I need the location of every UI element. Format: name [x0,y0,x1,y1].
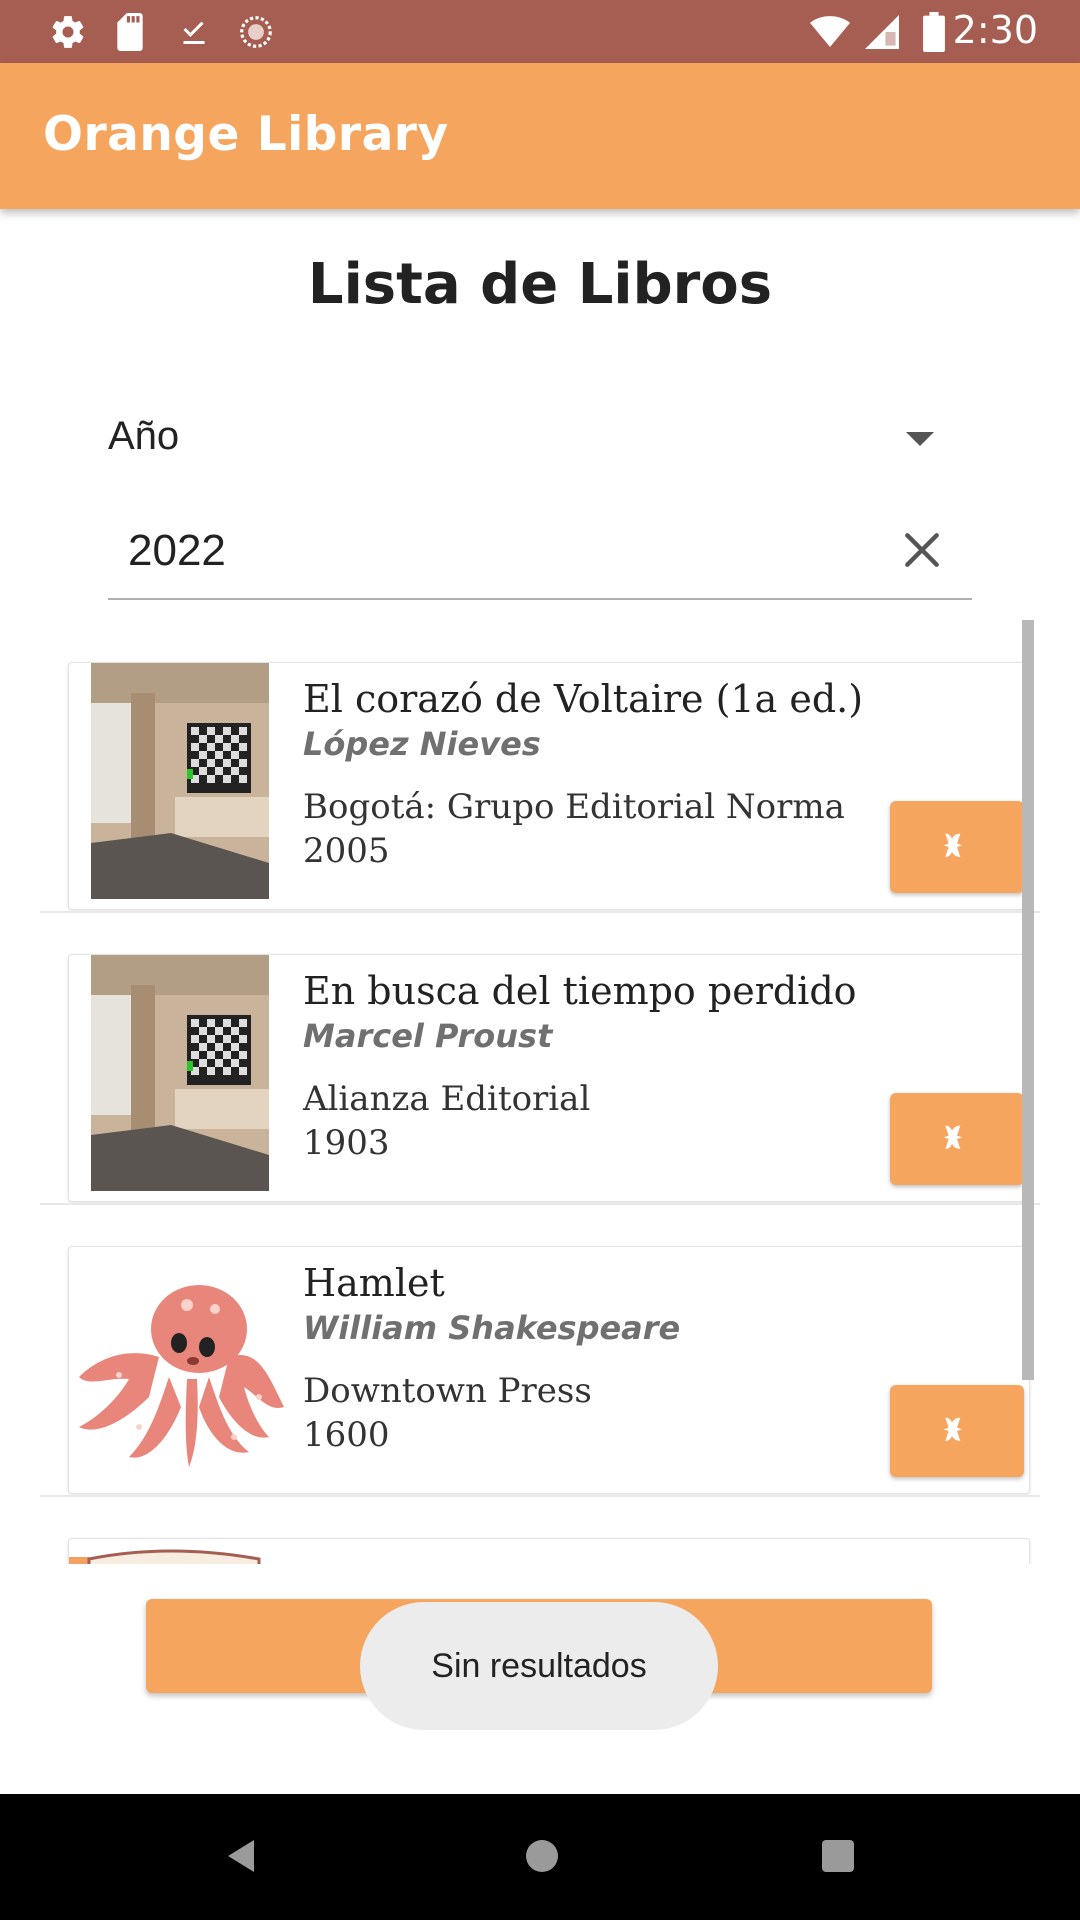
book-year: 1600 [303,1415,390,1455]
book-card[interactable]: En busca del tiempo perdido Marcel Prous… [68,954,1030,1202]
book-cover-image [91,955,269,1191]
page-title: Lista de Libros [307,252,773,317]
recents-icon[interactable] [820,1838,856,1878]
divider [40,1203,1040,1205]
signal-icon [862,12,902,52]
sync-icon [236,12,276,52]
list-scrollbar[interactable] [1022,620,1034,1380]
back-icon[interactable] [222,1836,258,1880]
filter-selected-value: Año [108,414,180,458]
book-year: 2005 [303,831,390,871]
book-cover-image [69,1549,269,1564]
clock: 2:30 [952,8,1038,52]
app-title: Orange Library [43,107,449,162]
book-publisher: Downtown Press [303,1371,592,1411]
book-author: William Shakespeare [303,1309,681,1347]
book-cover-image [91,663,269,899]
book-title: En busca del tiempo perdido [303,969,857,1013]
book-action-button[interactable] [890,1385,1024,1477]
sd-card-icon [110,12,150,52]
book-cover-image [69,1247,291,1483]
book-card[interactable] [68,1538,1030,1564]
book-title: El corazó de Voltaire (1a ed.) [303,677,864,721]
book-title: Hamlet [303,1261,445,1305]
book-card[interactable]: El corazó de Voltaire (1a ed.) López Nie… [68,662,1030,910]
toast-message: Sin resultados [360,1602,718,1730]
battery-icon [914,12,954,52]
puzzle-icon [943,1417,962,1441]
filter-dropdown[interactable]: Año [108,400,954,480]
book-author: López Nieves [303,725,541,763]
book-publisher: Bogotá: Grupo Editorial Norma [303,787,845,827]
search-input[interactable]: 2022 [108,510,972,600]
divider [40,1495,1040,1497]
book-action-button[interactable] [890,1093,1024,1185]
search-value: 2022 [128,526,226,575]
gear-icon [48,12,88,52]
app-bar: Orange Library [0,63,1080,209]
book-action-button[interactable] [890,801,1024,893]
book-card[interactable]: Hamlet William Shakespeare Downtown Pres… [68,1246,1030,1494]
close-icon[interactable] [900,528,944,572]
dropdown-arrow-icon [906,432,934,446]
book-list[interactable]: El corazó de Voltaire (1a ed.) López Nie… [40,620,1040,1564]
divider [40,911,1040,913]
puzzle-icon [943,833,962,857]
book-author: Marcel Proust [303,1017,553,1055]
book-year: 1903 [303,1123,390,1163]
puzzle-icon [943,1125,962,1149]
book-publisher: Alianza Editorial [303,1079,591,1119]
download-done-icon [174,12,214,52]
wifi-icon [810,12,850,52]
home-icon[interactable] [522,1836,562,1880]
nav-bar [0,1794,1080,1920]
status-bar: 2:30 [0,0,1080,63]
